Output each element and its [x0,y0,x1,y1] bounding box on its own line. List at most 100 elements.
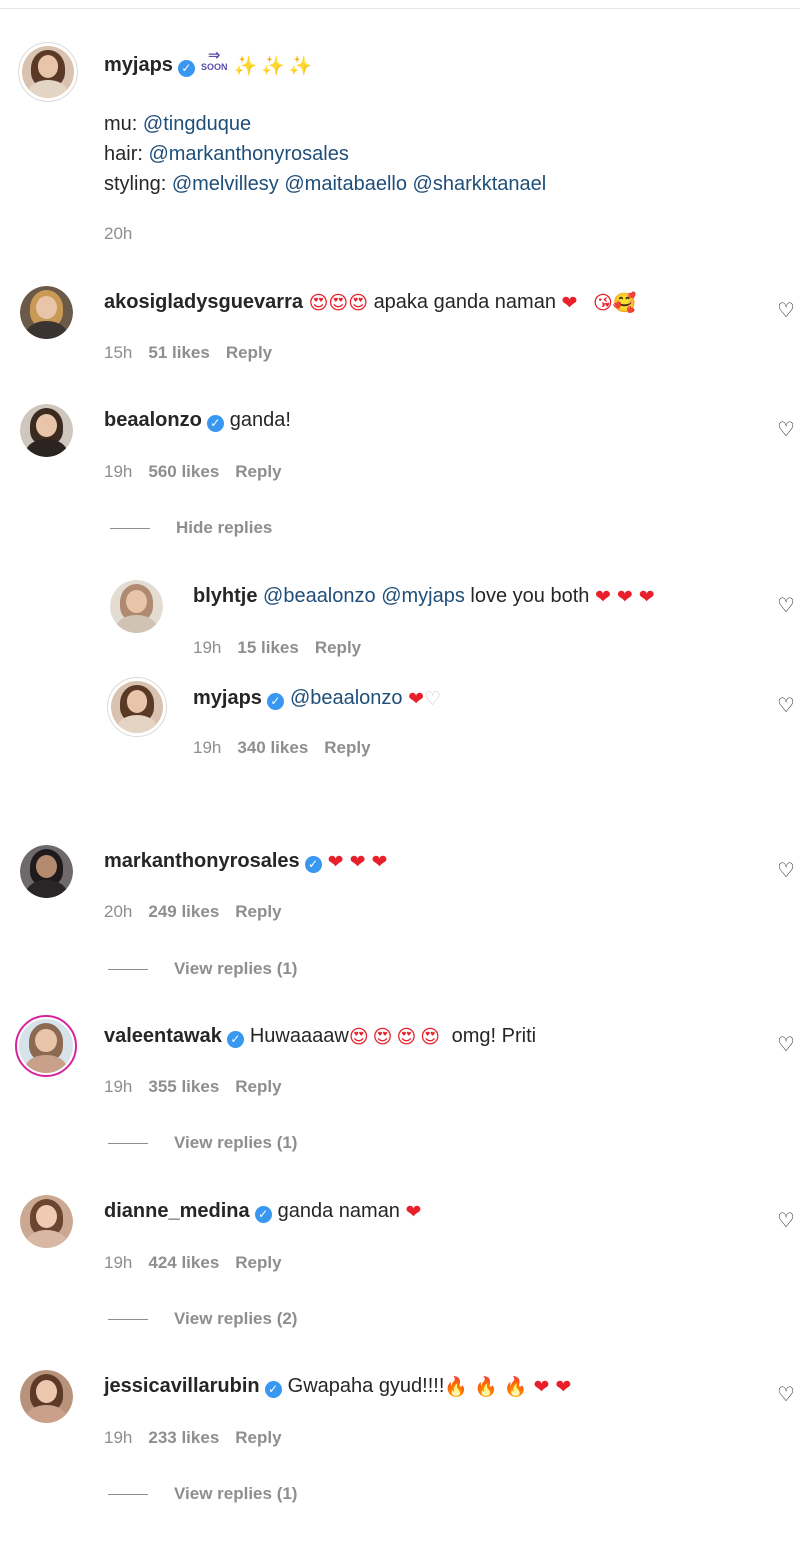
username[interactable]: beaalonzo [104,409,202,431]
timestamp[interactable]: 15h [104,343,132,362]
avatar[interactable] [20,404,73,457]
mention-link[interactable]: @beaalonzo [263,585,376,607]
view-replies-button[interactable]: View replies (1) [108,1133,297,1153]
verified-icon: ✓ [254,1206,272,1223]
mention-link[interactable]: @maitabaello [284,173,407,195]
reply-button[interactable]: Reply [235,1253,281,1272]
red-heart-icon: ❤ [405,1201,422,1223]
red-heart-icon: ❤ [638,586,655,608]
timestamp[interactable]: 19h [104,1253,132,1272]
username[interactable]: jessicavillarubin [104,1375,260,1397]
comment-text: ganda naman [277,1200,400,1222]
timestamp[interactable]: 19h [193,738,221,757]
timestamp[interactable]: 19h [104,1077,132,1096]
kissing-face-icon: 😘 [592,292,613,314]
reply-button[interactable]: Reply [235,1428,281,1447]
heart-outline-icon[interactable]: ♡ [775,299,797,321]
avatar[interactable] [20,1370,73,1423]
reply-button[interactable]: Reply [235,1077,281,1096]
heart-outline-icon[interactable]: ♡ [775,1033,797,1055]
red-heart-icon: ❤ [616,586,633,608]
heart-outline-icon[interactable]: ♡ [775,418,797,440]
mention-link[interactable]: @sharkktanael [413,173,547,195]
heart-outline-icon[interactable]: ♡ [775,1383,797,1405]
avatar[interactable] [20,1195,73,1248]
caption-mu-line: mu: @tingduque [104,113,252,135]
verified-icon: ✓ [266,693,284,710]
timestamp[interactable]: 19h [193,638,221,657]
username[interactable]: markanthonyrosales [104,850,300,872]
heart-eyes-icon: 😍 [348,292,368,314]
sparkles-icon: ✨ [288,55,313,77]
mention-link[interactable]: @tingduque [143,113,251,135]
avatar[interactable] [18,42,78,102]
like-count[interactable]: 424 likes [148,1253,219,1272]
avatar[interactable] [20,286,73,339]
timestamp[interactable]: 20h [104,224,132,243]
like-count[interactable]: 15 likes [237,638,298,657]
top-divider [0,8,800,9]
view-replies-button[interactable]: View replies (2) [108,1309,297,1329]
username[interactable]: dianne_medina [104,1200,250,1222]
username[interactable]: blyhtje [193,585,257,607]
timestamp[interactable]: 20h [104,902,132,921]
like-count[interactable]: 340 likes [237,738,308,757]
like-count[interactable]: 560 likes [148,462,219,481]
reply-button[interactable]: Reply [235,462,281,481]
like-count[interactable]: 355 likes [148,1077,219,1096]
like-count[interactable]: 51 likes [148,343,209,362]
avatar[interactable] [20,845,73,898]
heart-eyes-icon: 😍 [372,1026,393,1048]
reply-button[interactable]: Reply [315,638,361,657]
verified-icon: ✓ [264,1381,282,1398]
username[interactable]: myjaps [104,54,173,76]
heart-outline-icon[interactable]: ♡ [775,594,797,616]
verified-icon: ✓ [226,1031,244,1048]
sparkles-icon: ✨ [261,55,285,77]
smiling-hearts-icon: 🥰 [612,292,637,314]
like-count[interactable]: 233 likes [148,1428,219,1447]
mention-link[interactable]: @markanthonyrosales [148,143,348,165]
fire-icon: 🔥 [444,1376,469,1398]
username[interactable]: akosigladysguevarra [104,291,303,313]
avatar[interactable] [15,1015,77,1077]
white-heart-icon: ♡ [424,688,442,710]
avatar[interactable] [107,677,167,737]
heart-outline-icon[interactable]: ♡ [775,859,797,881]
reply-button[interactable]: Reply [235,902,281,921]
verified-icon: ✓ [177,60,195,77]
heart-outline-icon[interactable]: ♡ [775,694,797,716]
heart-outline-icon[interactable]: ♡ [775,1209,797,1231]
red-heart-icon: ❤ [371,851,388,873]
fire-icon: 🔥 [503,1376,528,1398]
reply-button[interactable]: Reply [226,343,272,362]
hide-replies-button[interactable]: Hide replies [110,518,272,538]
comment-text: ganda! [229,409,291,431]
caption-hair-line: hair: @markanthonyrosales [104,143,349,165]
red-heart-icon: ❤ [594,586,611,608]
comment-text: Huwaaaaw [249,1025,349,1047]
verified-icon: ✓ [304,856,322,873]
view-replies-button[interactable]: View replies (1) [108,959,297,979]
red-heart-icon: ❤ [533,1376,550,1398]
red-heart-icon: ❤ [349,851,366,873]
like-count[interactable]: 249 likes [148,902,219,921]
timestamp[interactable]: 19h [104,1428,132,1447]
mention-link[interactable]: @melvillesy [172,173,279,195]
mention-link[interactable]: @beaalonzo [290,687,403,709]
red-heart-icon: ❤ [408,688,425,710]
comment-text: love you both [470,585,590,607]
view-replies-button[interactable]: View replies (1) [108,1484,297,1504]
username[interactable]: valeentawak [104,1025,222,1047]
fire-icon: 🔥 [474,1376,498,1398]
heart-eyes-icon: 😍 [308,292,329,314]
avatar[interactable] [110,580,163,633]
username[interactable]: myjaps [193,687,262,709]
red-heart-icon: ❤ [327,851,344,873]
heart-eyes-icon: 😍 [328,292,349,314]
mention-link[interactable]: @myjaps [381,585,465,607]
caption-styling-line: styling: @melvillesy @maitabaello @shark… [104,173,547,195]
timestamp[interactable]: 19h [104,462,132,481]
soon-arrow-icon: ⇒ SOON [200,47,228,72]
reply-button[interactable]: Reply [324,738,370,757]
